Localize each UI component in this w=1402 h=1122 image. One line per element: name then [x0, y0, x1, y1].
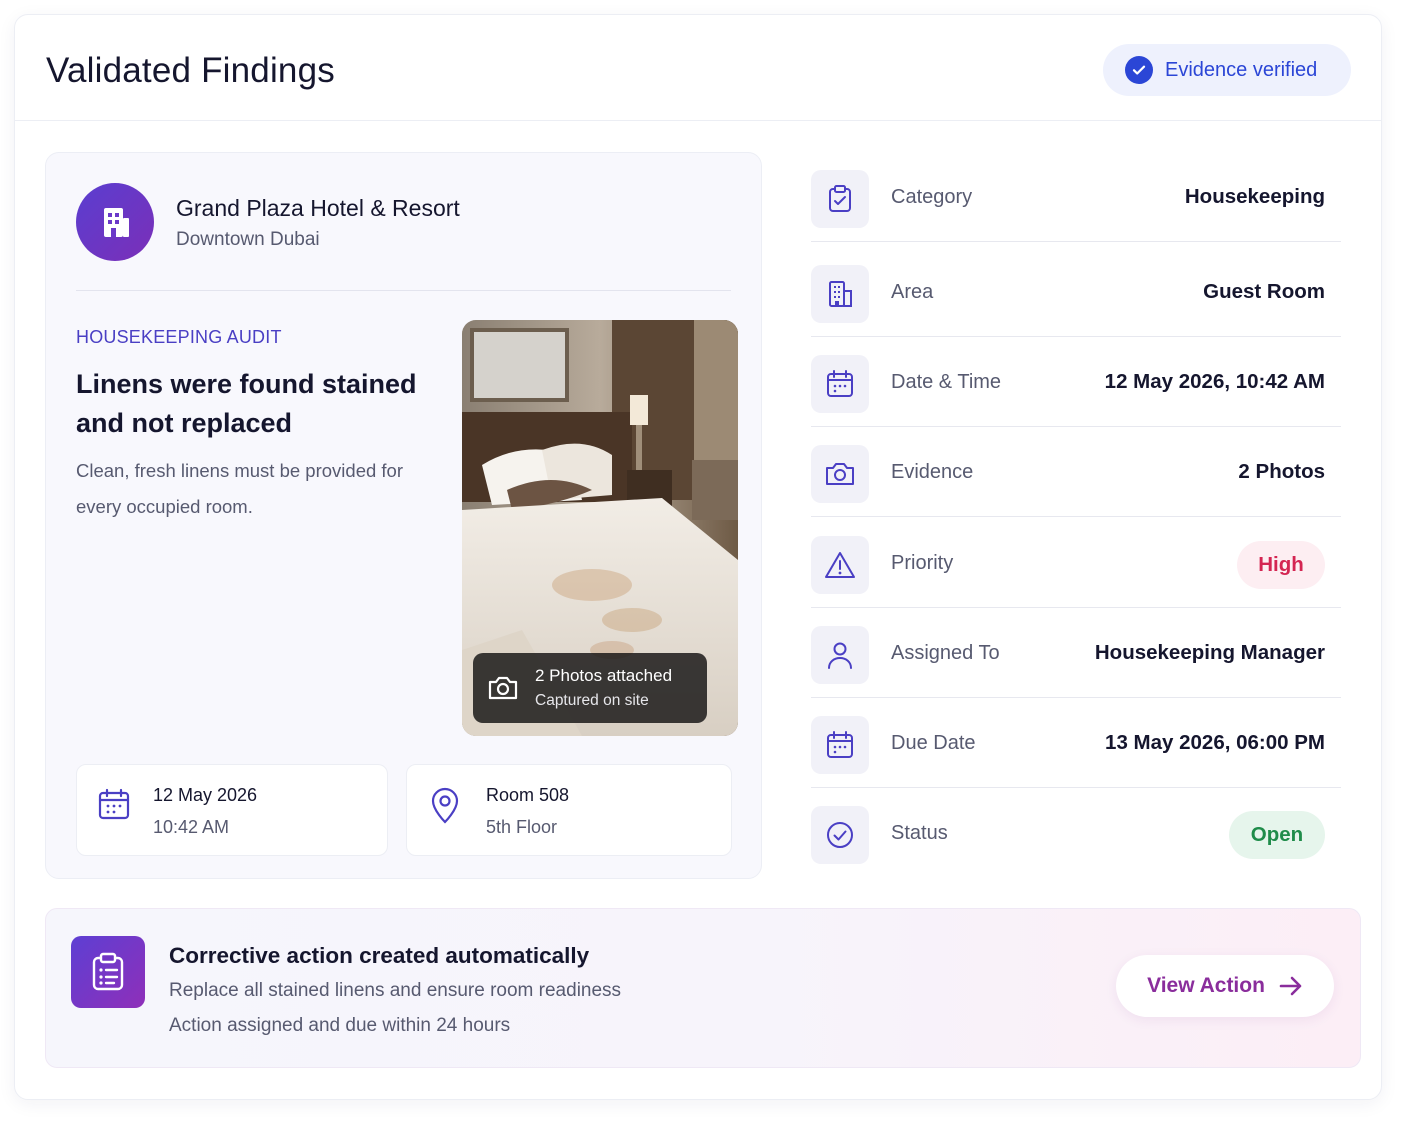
detail-row-priority: Priority High [811, 518, 1341, 608]
detail-row-category: Category Housekeeping [811, 152, 1341, 242]
priority-badge: High [1237, 541, 1325, 589]
hotel-avatar [76, 183, 154, 261]
detail-row-assigned: Assigned To Housekeeping Manager [811, 608, 1341, 698]
evidence-value[interactable]: 2 Photos [1238, 460, 1325, 484]
calendar-icon [98, 788, 130, 820]
action-due-note: Action assigned and due within 24 hours [169, 1015, 511, 1036]
detail-row-status: Status Open [811, 788, 1341, 878]
datetime-value: 12 May 2026, 10:42 AM [1104, 370, 1325, 393]
assigned-value: Housekeeping Manager [1094, 641, 1325, 664]
evidence-label: Evidence [891, 461, 974, 483]
area-label: Area [891, 281, 934, 303]
datetime-label: Date & Time [891, 371, 1002, 393]
floor-label: 5th Floor [486, 817, 558, 837]
finding-time: 10:42 AM [153, 817, 230, 837]
calendar-icon [811, 716, 869, 774]
user-icon [811, 626, 869, 684]
calendar-icon [811, 355, 869, 413]
arrow-right-icon [1279, 976, 1302, 996]
check-circle-icon [811, 806, 869, 864]
camera-icon [811, 445, 869, 503]
finding-date: 12 May 2026 [153, 785, 258, 805]
status-label: Status [891, 822, 948, 844]
evidence-photo[interactable]: 2 Photos attached Captured on site [462, 320, 738, 736]
audit-type-label: HOUSEKEEPING AUDIT [76, 327, 282, 347]
view-action-label: View Action [1147, 974, 1265, 997]
photos-attached-label: 2 Photos attached [535, 666, 673, 685]
location-info-box: Room 508 5th Floor [406, 764, 732, 856]
assigned-label: Assigned To [891, 642, 1000, 664]
detail-row-area: Area Guest Room [811, 247, 1341, 337]
clipboard-list-icon [71, 936, 145, 1008]
photo-caption: 2 Photos attached Captured on site [473, 653, 707, 723]
priority-label: Priority [891, 552, 954, 574]
hotel-location: Downtown Dubai [176, 229, 320, 250]
finding-panel: Grand Plaza Hotel & Resort Downtown Duba… [45, 152, 762, 879]
clipboard-icon [811, 170, 869, 228]
room-number: Room 508 [486, 785, 570, 805]
building-icon [104, 208, 129, 237]
building-icon [811, 265, 869, 323]
due-date-value: 13 May 2026, 06:00 PM [1105, 731, 1325, 754]
evidence-verified-label: Evidence verified [1165, 58, 1318, 81]
page-title: Validated Findings [46, 51, 335, 90]
warning-icon [811, 536, 869, 594]
due-date-label: Due Date [891, 732, 976, 754]
action-title: Corrective action created automatically [169, 943, 590, 968]
detail-row-datetime: Date & Time 12 May 2026, 10:42 AM [811, 337, 1341, 427]
detail-row-evidence: Evidence 2 Photos [811, 427, 1341, 517]
evidence-verified-badge: Evidence verified [1103, 44, 1351, 96]
check-circle-icon [1125, 56, 1153, 84]
category-label: Category [891, 186, 973, 208]
view-action-button[interactable]: View Action [1116, 955, 1334, 1017]
location-pin-icon [431, 787, 459, 824]
action-description: Replace all stained linens and ensure ro… [169, 980, 622, 1001]
corrective-action-banner: Corrective action created automatically … [45, 908, 1361, 1068]
finding-description: Clean, fresh linens must be provided for… [76, 460, 404, 517]
detail-row-due-date: Due Date 13 May 2026, 06:00 PM [811, 698, 1341, 788]
divider [76, 290, 731, 291]
camera-icon [488, 676, 518, 700]
card-header: Validated Findings Evidence verified [15, 15, 1381, 121]
area-value: Guest Room [1203, 280, 1325, 303]
finding-title: Linens were found stained and not replac… [76, 369, 417, 438]
status-badge: Open [1229, 811, 1325, 859]
validated-findings-card: Validated Findings Evidence verified Gra… [14, 14, 1382, 1100]
date-info-box: 12 May 2026 10:42 AM [76, 764, 388, 856]
captured-on-site-label: Captured on site [535, 692, 649, 709]
category-value: Housekeeping [1184, 185, 1325, 208]
hotel-name: Grand Plaza Hotel & Resort [176, 195, 460, 221]
